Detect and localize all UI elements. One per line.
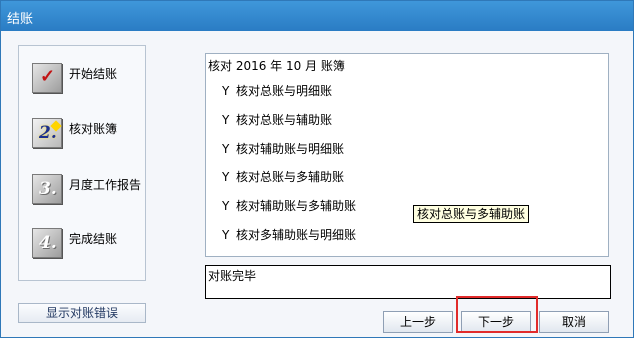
checkmark-icon: ✓ xyxy=(32,63,62,93)
list-item: Y 核对辅助账与多辅助账 xyxy=(222,199,357,213)
reconciliation-list: 核对 2016 年 10 月 账簿 Y 核对总账与明细账 Y 核对总账与辅助账 Y核… xyxy=(205,53,609,257)
list-item: Y 核对辅助账与明细账 xyxy=(222,142,345,156)
cancel-button[interactable]: 取消 xyxy=(539,311,609,333)
step-two-icon: 2. xyxy=(32,118,62,148)
step-monthly-report: 3. 月度工作报告 xyxy=(32,174,150,208)
step-label: 月度工作报告 xyxy=(69,178,142,192)
highlight-box xyxy=(456,296,538,333)
window-title: 结账 xyxy=(7,12,34,27)
close-account-dialog: 结账 ✓ 开始结账 2. 核对账簿 3. 月度工作报告 4. 完成结账 显示对账… xyxy=(0,0,634,338)
title-bar[interactable]: 结账 xyxy=(1,1,633,31)
step-check-books: 2. 核对账簿 xyxy=(32,118,150,152)
dialog-content: ✓ 开始结账 2. 核对账簿 3. 月度工作报告 4. 完成结账 显示对账错误 … xyxy=(1,31,633,337)
step-start-closing: ✓ 开始结账 xyxy=(32,63,150,97)
show-reconciliation-errors-button[interactable]: 显示对账错误 xyxy=(18,303,146,323)
step-four-icon: 4. xyxy=(32,228,62,258)
step-label: 开始结账 xyxy=(69,67,118,81)
tooltip: 核对总账与多辅助账 xyxy=(413,205,530,223)
list-item: Y 核对总账与辅助账 xyxy=(222,113,333,127)
reconciliation-title: 核对 2016 年 10 月 账簿 xyxy=(208,59,345,73)
list-item: Y 核对总账与明细账 xyxy=(222,84,333,98)
previous-step-button[interactable]: 上一步 xyxy=(383,311,453,333)
step-label: 核对账簿 xyxy=(69,122,118,136)
result-message: 对账完毕 xyxy=(208,269,257,283)
step-label: 完成结账 xyxy=(69,232,118,246)
steps-panel: ✓ 开始结账 2. 核对账簿 3. 月度工作报告 4. 完成结账 xyxy=(18,45,146,281)
list-item: Y 核对总账与多辅助账 xyxy=(222,170,345,184)
list-item: Y 核对多辅助账与明细账 xyxy=(222,228,357,242)
step-finish-closing: 4. 完成结账 xyxy=(32,228,150,262)
step-three-icon: 3. xyxy=(32,174,62,204)
result-message-box: 对账完毕 xyxy=(205,265,611,299)
